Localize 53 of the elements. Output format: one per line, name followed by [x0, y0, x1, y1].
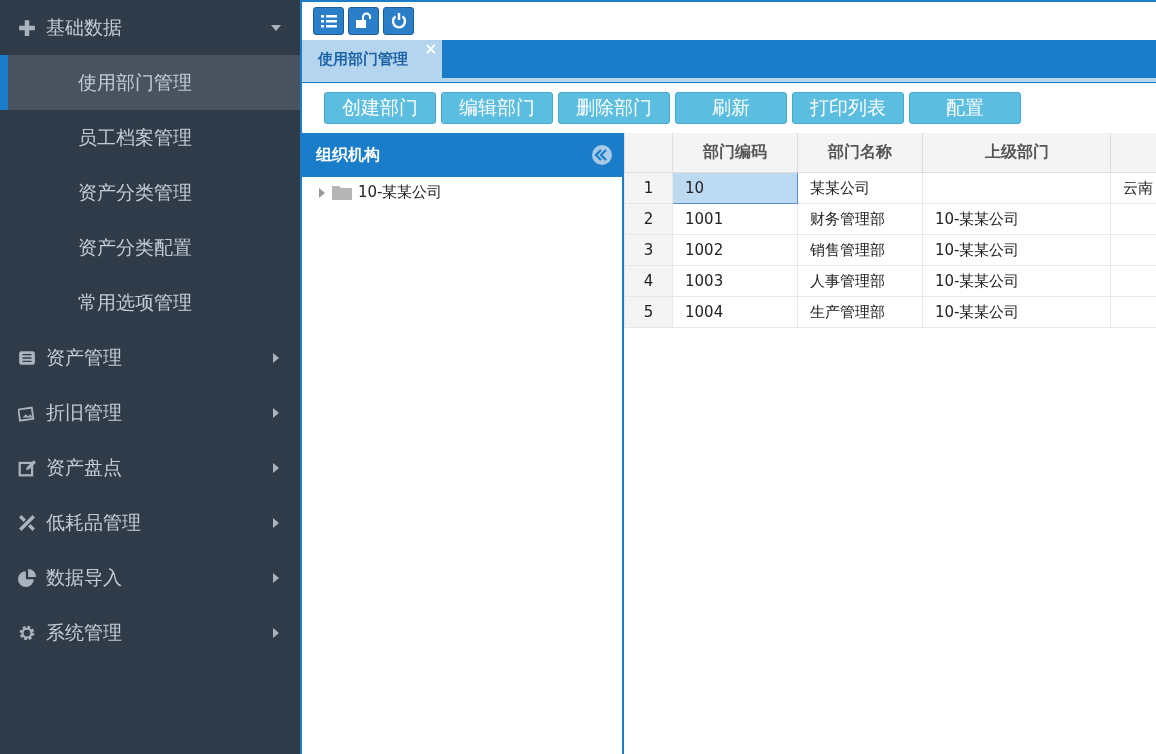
menu-item[interactable]: 资产分类管理 [0, 165, 300, 220]
expander-icon[interactable] [318, 187, 326, 198]
tab[interactable]: 使用部门管理 × [302, 40, 442, 78]
menu-group[interactable]: 资产管理 [0, 330, 300, 385]
menu-group[interactable]: 基础数据 [0, 0, 300, 55]
table-cell[interactable]: 10 [672, 172, 798, 204]
table-cell: 10-某某公司 [922, 234, 1111, 266]
table-icon [18, 348, 36, 367]
gear-icon [18, 623, 36, 642]
folder-icon [332, 185, 352, 200]
column-header[interactable]: 上级部门 [922, 133, 1111, 173]
row-number: 5 [624, 296, 673, 328]
menu-group[interactable]: 折旧管理 [0, 385, 300, 440]
collapse-icon[interactable] [592, 145, 612, 165]
plus-icon [18, 18, 36, 37]
menu-item[interactable]: 常用选项管理 [0, 275, 300, 330]
menu-item[interactable]: 资产分类配置 [0, 220, 300, 275]
table-cell: 10-某某公司 [922, 265, 1111, 297]
panel-title: 组织机构 [316, 144, 380, 166]
table-cell: 人事管理部 [797, 265, 923, 297]
table-cell: 生产管理部 [797, 296, 923, 328]
row-number: 2 [624, 203, 673, 235]
pie-chart-icon [18, 568, 36, 587]
power-button[interactable] [383, 7, 414, 35]
menu-item[interactable]: 员工档案管理 [0, 110, 300, 165]
column-header[interactable]: 部门编码 [672, 133, 798, 173]
menu-group[interactable]: 数据导入 [0, 550, 300, 605]
menu-group[interactable]: 系统管理 [0, 605, 300, 660]
menu-button[interactable] [313, 7, 344, 35]
row-number: 4 [624, 265, 673, 297]
table-cell: 10-某某公司 [922, 203, 1111, 235]
list-icon [319, 12, 338, 30]
table-cell[interactable]: 1002 [672, 234, 798, 266]
menu-group[interactable]: 资产盘点 [0, 440, 300, 495]
menu-item[interactable]: 使用部门管理 [0, 55, 300, 110]
tree-node[interactable]: 10-某某公司 [358, 183, 443, 202]
table-cell: 财务管理部 [797, 203, 923, 235]
table-cell: 10-某某公司 [922, 296, 1111, 328]
table-cell[interactable]: 1004 [672, 296, 798, 328]
unlock-icon [354, 12, 373, 30]
table-cell: 销售管理部 [797, 234, 923, 266]
row-number: 3 [624, 234, 673, 266]
corner-cell [624, 133, 673, 173]
power-icon [389, 12, 408, 30]
table-cell[interactable]: 1003 [672, 265, 798, 297]
row-number: 1 [624, 172, 673, 204]
tools-icon [18, 513, 36, 532]
table-cell: 某某公司 [797, 172, 923, 204]
column-header[interactable]: 部门名称 [797, 133, 923, 173]
table-cell[interactable]: 1001 [672, 203, 798, 235]
edit-icon [18, 458, 36, 477]
menu-group[interactable]: 低耗品管理 [0, 495, 300, 550]
unlock-button[interactable] [348, 7, 379, 35]
